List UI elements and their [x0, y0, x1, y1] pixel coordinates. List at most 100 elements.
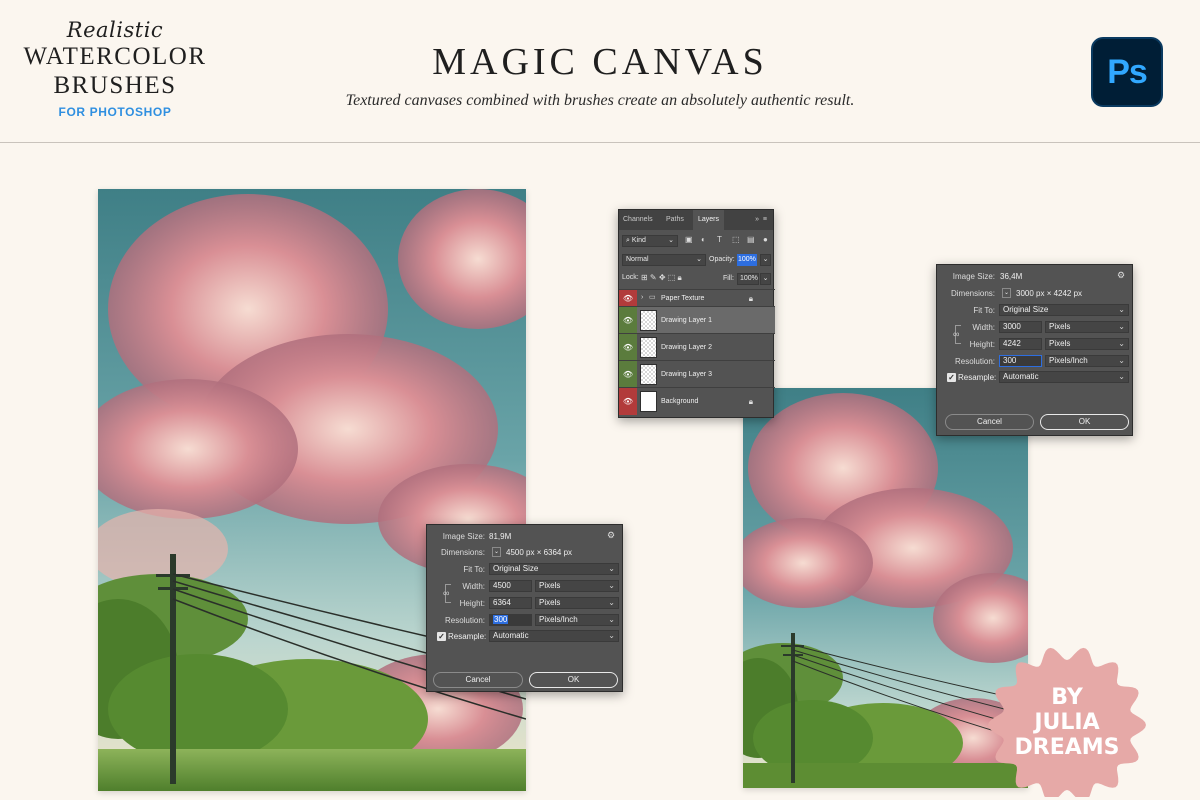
- panel-tabs: Channels Paths Layers » ≡: [619, 210, 773, 230]
- filter-adjustment-icon[interactable]: ◐: [701, 235, 706, 244]
- settings-gear-icon[interactable]: ⚙: [607, 530, 615, 541]
- resample-label: Resample:: [448, 632, 487, 641]
- width-input[interactable]: 4500: [489, 580, 532, 592]
- filter-type-icon[interactable]: T: [717, 235, 722, 244]
- cancel-button[interactable]: Cancel: [433, 672, 523, 688]
- resample-value: Automatic: [493, 631, 529, 640]
- layer-name: Drawing Layer 2: [661, 344, 712, 351]
- author-badge: BY JULIA DREAMS: [983, 647, 1151, 797]
- badge-line-dreams: DREAMS: [1014, 735, 1120, 760]
- image-size-value: 36,4M: [1000, 272, 1023, 281]
- filter-smart-object-icon[interactable]: ▤: [747, 235, 755, 244]
- height-label: Height:: [969, 340, 995, 349]
- resolution-unit-select[interactable]: Pixels/Inch ⌄: [1045, 355, 1129, 367]
- ok-button[interactable]: OK: [1040, 414, 1129, 430]
- layer-row-drawing-2[interactable]: 👁︎ Drawing Layer 2: [619, 333, 775, 360]
- folder-icon: ▭: [649, 294, 656, 301]
- width-unit-select[interactable]: Pixels ⌄: [1045, 321, 1129, 333]
- dimensions-label: Dimensions:: [440, 548, 485, 557]
- layer-name: Drawing Layer 3: [661, 371, 712, 378]
- width-value: 3000: [1003, 322, 1021, 331]
- opacity-chevron-icon[interactable]: ⌄: [760, 254, 771, 266]
- chevron-down-icon: ⌄: [608, 581, 615, 590]
- resolution-input[interactable]: 300: [999, 355, 1042, 367]
- painting-art-large: [98, 189, 526, 791]
- expand-chevron-icon[interactable]: ›: [641, 294, 643, 301]
- visibility-eye-icon[interactable]: 👁︎: [619, 361, 637, 387]
- visibility-eye-icon[interactable]: 👁︎: [619, 388, 637, 415]
- header-divider: [0, 142, 1200, 143]
- badge-line-julia: JULIA: [1034, 710, 1100, 735]
- chevron-down-icon: ⌄: [696, 256, 702, 263]
- height-label: Height:: [459, 599, 485, 608]
- height-value: 6364: [493, 598, 511, 607]
- fit-to-select[interactable]: Original Size ⌄: [999, 304, 1129, 316]
- layer-thumbnail: [640, 364, 657, 385]
- layer-row-background[interactable]: 👁︎ Background 🔒︎: [619, 387, 775, 415]
- ok-button[interactable]: OK: [529, 672, 618, 688]
- lock-icons[interactable]: ⊞ ✎ ✥ ⬚ 🔒︎: [641, 273, 682, 283]
- page-subtitle: Textured canvases combined with brushes …: [345, 92, 855, 109]
- layer-thumbnail: [640, 337, 657, 358]
- height-unit-select[interactable]: Pixels ⌄: [1045, 338, 1129, 350]
- layer-name: Drawing Layer 1: [661, 317, 712, 324]
- resample-checkbox[interactable]: ✓: [947, 373, 956, 382]
- lock-icon: 🔒︎: [748, 294, 753, 303]
- width-unit-select[interactable]: Pixels ⌄: [535, 580, 619, 592]
- resample-select[interactable]: Automatic ⌄: [999, 371, 1129, 383]
- layer-row-drawing-1[interactable]: 👁︎ Drawing Layer 1: [619, 306, 775, 333]
- height-unit-select[interactable]: Pixels ⌄: [535, 597, 619, 609]
- resample-label: Resample:: [958, 373, 997, 382]
- resolution-unit: Pixels/Inch: [539, 615, 578, 624]
- image-size-label: Image Size:: [442, 532, 485, 541]
- fill-chevron-icon[interactable]: ⌄: [760, 273, 771, 285]
- resample-checkbox[interactable]: ✓: [437, 632, 446, 641]
- resample-select[interactable]: Automatic ⌄: [489, 630, 619, 642]
- panel-menu-icon[interactable]: » ≡: [755, 210, 767, 230]
- blend-mode-value: Normal: [626, 256, 649, 263]
- image-size-dialog-small: Image Size: 36,4M ⚙ Dimensions: ⌄ 3000 p…: [936, 264, 1133, 436]
- kind-filter-select[interactable]: ⌕ Kind ⌄: [622, 235, 678, 247]
- height-value: 4242: [1003, 339, 1021, 348]
- filter-toggle-icon[interactable]: ●: [763, 235, 768, 244]
- filter-shape-icon[interactable]: ⬚: [732, 235, 740, 244]
- tab-channels[interactable]: Channels: [623, 210, 653, 230]
- page-title: MAGIC CANVAS: [432, 41, 768, 83]
- opacity-input[interactable]: 100%: [737, 254, 757, 266]
- visibility-eye-icon[interactable]: 👁︎: [619, 307, 637, 333]
- fit-to-select[interactable]: Original Size ⌄: [489, 563, 619, 575]
- layer-thumbnail: [640, 310, 657, 331]
- fit-to-label: Fit To:: [463, 565, 485, 574]
- height-input[interactable]: 4242: [999, 338, 1042, 350]
- width-unit: Pixels: [539, 581, 561, 590]
- dimensions-value: 3000 px × 4242 px: [1016, 289, 1083, 298]
- fit-to-label: Fit To:: [973, 306, 995, 315]
- tab-layers[interactable]: Layers: [693, 210, 725, 230]
- lock-label: Lock:: [622, 274, 639, 281]
- layer-name: Background: [661, 398, 699, 405]
- layer-row-drawing-3[interactable]: 👁︎ Drawing Layer 3: [619, 360, 775, 387]
- chevron-down-icon: ⌄: [1118, 305, 1125, 314]
- dimensions-chevron-icon[interactable]: ⌄: [1002, 288, 1011, 298]
- resolution-input[interactable]: 300: [489, 614, 532, 626]
- settings-gear-icon[interactable]: ⚙: [1117, 270, 1125, 281]
- filter-image-icon[interactable]: ▣: [685, 235, 693, 244]
- visibility-eye-icon[interactable]: 👁︎: [619, 290, 637, 306]
- width-input[interactable]: 3000: [999, 321, 1042, 333]
- height-input[interactable]: 6364: [489, 597, 532, 609]
- tab-paths[interactable]: Paths: [666, 210, 684, 230]
- blend-mode-select[interactable]: Normal ⌄: [622, 254, 706, 266]
- cancel-button[interactable]: Cancel: [945, 414, 1034, 430]
- lock-icon: 🔒︎: [748, 397, 753, 406]
- layers-panel: Channels Paths Layers » ≡ ⌕ Kind ⌄ ▣ ◐ T…: [618, 209, 775, 418]
- resolution-unit: Pixels/Inch: [1049, 356, 1088, 365]
- dimensions-chevron-icon[interactable]: ⌄: [492, 547, 501, 557]
- layer-row-paper-texture[interactable]: 👁︎ › ▭ Paper Texture 🔒︎: [619, 289, 775, 306]
- image-size-label: Image Size:: [952, 272, 995, 281]
- fill-input[interactable]: 100%: [737, 273, 759, 285]
- fit-to-value: Original Size: [493, 564, 539, 573]
- height-unit: Pixels: [539, 598, 561, 607]
- chevron-down-icon: ⌄: [608, 598, 615, 607]
- visibility-eye-icon[interactable]: 👁︎: [619, 334, 637, 360]
- resolution-unit-select[interactable]: Pixels/Inch ⌄: [535, 614, 619, 626]
